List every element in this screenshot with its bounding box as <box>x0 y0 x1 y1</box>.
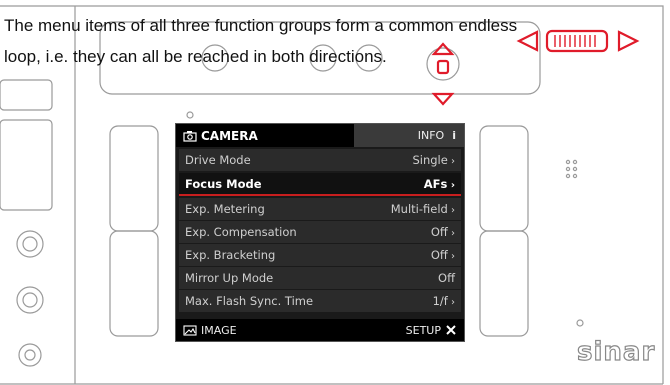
camera-menu-screen: CAMERA INFO i Drive Mode Single Focus Mo… <box>175 123 465 342</box>
menu-item-drive-mode[interactable]: Drive Mode Single <box>179 149 461 172</box>
tab-info-label: INFO <box>417 129 445 142</box>
caption-line-2: loop, i.e. they can all be reached in bo… <box>4 47 387 66</box>
menu-item-focus-mode[interactable]: Focus Mode AFs <box>179 173 461 196</box>
caption-line-1: The menu items of all three function gro… <box>4 16 518 35</box>
manual-illustration: The menu items of all three function gro… <box>0 0 670 385</box>
image-icon <box>183 324 197 336</box>
tab-image-label: IMAGE <box>201 323 237 337</box>
menu-item-value: Single <box>412 153 455 167</box>
sinar-logo: sinar <box>576 336 656 367</box>
menu-item-value: Multi-field <box>391 202 455 216</box>
menu-item-label: Mirror Up Mode <box>185 271 274 285</box>
instruction-caption: The menu items of all three function gro… <box>4 10 668 72</box>
menu-item-value: AFs <box>424 177 455 191</box>
menu-item-value: Off <box>431 225 455 239</box>
camera-icon <box>183 130 197 142</box>
menu-item-exp-metering[interactable]: Exp. Metering Multi-field <box>179 198 461 221</box>
tab-setup[interactable]: SETUP <box>406 324 457 337</box>
menu-item-label: Focus Mode <box>185 176 262 191</box>
tab-camera[interactable]: CAMERA <box>176 129 354 143</box>
menu-item-value: Off <box>431 248 455 262</box>
tab-image[interactable]: IMAGE <box>183 324 237 337</box>
menu-header: CAMERA INFO i <box>176 124 464 147</box>
tab-info[interactable]: INFO i <box>354 124 464 147</box>
menu-footer: IMAGE SETUP <box>176 319 464 341</box>
tab-camera-label: CAMERA <box>201 128 258 143</box>
menu-item-label: Exp. Metering <box>185 202 265 216</box>
menu-item-exp-compensation[interactable]: Exp. Compensation Off <box>179 221 461 244</box>
menu-item-label: Exp. Compensation <box>185 225 297 239</box>
menu-item-value: Off <box>438 271 455 285</box>
menu-item-label: Exp. Bracketing <box>185 248 276 262</box>
tab-setup-label: SETUP <box>405 323 441 337</box>
menu-item-exp-bracketing[interactable]: Exp. Bracketing Off <box>179 244 461 267</box>
menu-item-value: 1/f <box>433 294 455 308</box>
menu-item-label: Max. Flash Sync. Time <box>185 294 314 308</box>
setup-icon <box>446 325 456 335</box>
menu-item-mirror-up-mode[interactable]: Mirror Up Mode Off <box>179 267 461 290</box>
info-icon: i <box>452 129 456 142</box>
menu-item-label: Drive Mode <box>185 153 251 167</box>
menu-item-max-flash-sync-time[interactable]: Max. Flash Sync. Time 1/f <box>179 290 461 313</box>
